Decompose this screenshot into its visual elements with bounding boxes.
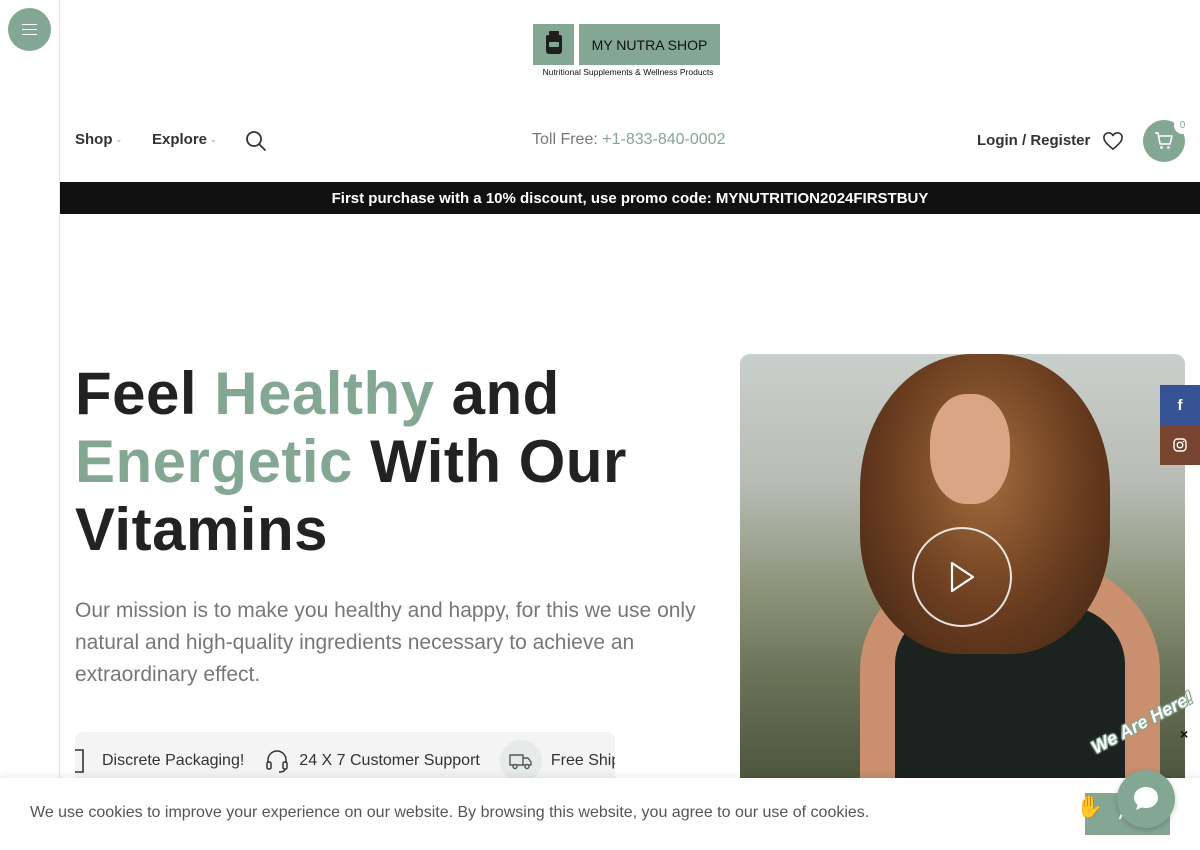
- play-icon: [950, 561, 975, 593]
- play-button[interactable]: [912, 527, 1012, 627]
- nav-shop-label: Shop: [75, 131, 113, 148]
- logo-jar-icon: [533, 24, 574, 65]
- hero-title: Feel Healthy and Energetic With Our Vita…: [75, 360, 715, 564]
- feature-label: 24 X 7 Customer Support: [299, 752, 480, 769]
- feature-item: Free Shipping f: [499, 740, 615, 782]
- instagram-icon: [1173, 438, 1187, 452]
- hero-title-accent: Energetic: [75, 428, 353, 495]
- site-logo[interactable]: MY NUTRA SHOP Nutritional Supplements & …: [533, 24, 723, 80]
- hero-video[interactable]: [740, 354, 1185, 784]
- promo-bar: First purchase with a 10% discount, use …: [60, 182, 1200, 214]
- feature-item: Discrete Packaging!: [75, 748, 244, 774]
- cart-count-badge: 0: [1174, 117, 1191, 134]
- logo-tagline: Nutritional Supplements & Wellness Produ…: [542, 67, 714, 77]
- hero-title-accent: Healthy: [214, 360, 435, 427]
- hero-title-part: Feel: [75, 360, 215, 427]
- hamburger-icon: [22, 24, 37, 35]
- facebook-button[interactable]: f: [1160, 385, 1200, 425]
- headset-icon: [264, 748, 290, 774]
- toll-free: Toll Free: +1-833-840-0002: [532, 131, 725, 149]
- nav-shop[interactable]: Shop ⌄: [75, 131, 122, 148]
- video-thumbnail-figure: [930, 394, 1010, 504]
- nav-explore-label: Explore: [152, 131, 208, 148]
- wishlist-heart-icon[interactable]: [1102, 131, 1124, 151]
- feature-label: Free Shipping f: [550, 752, 615, 769]
- chat-close-button[interactable]: ×: [1180, 726, 1188, 742]
- facebook-icon: f: [1177, 396, 1183, 414]
- truck-icon: [499, 740, 542, 782]
- cookie-text: We use cookies to improve your experienc…: [30, 804, 870, 821]
- menu-toggle-button[interactable]: [8, 8, 51, 51]
- hero-title-part: and: [434, 360, 560, 427]
- side-rail: [0, 0, 60, 850]
- cookie-banner: We use cookies to improve your experienc…: [0, 778, 1200, 850]
- instagram-button[interactable]: [1160, 425, 1200, 465]
- feature-item: 24 X 7 Customer Support: [264, 748, 480, 774]
- toll-free-phone[interactable]: +1-833-840-0002: [602, 131, 725, 148]
- feature-label: Discrete Packaging!: [102, 752, 245, 769]
- cart-icon: [1155, 132, 1173, 149]
- chat-button[interactable]: [1117, 770, 1175, 828]
- logo-name: MY NUTRA SHOP: [579, 24, 720, 65]
- chat-bubble-icon: [1134, 787, 1158, 810]
- hero-description: Our mission is to make you healthy and h…: [75, 599, 696, 686]
- search-icon[interactable]: [245, 130, 267, 152]
- waving-hand-icon: ✋: [1076, 794, 1104, 819]
- package-icon: [75, 748, 93, 774]
- toll-free-label: Toll Free:: [532, 131, 598, 148]
- nav-explore[interactable]: Explore ⌄: [152, 131, 217, 148]
- chevron-down-icon: ⌄: [210, 135, 217, 144]
- login-register-link[interactable]: Login / Register: [977, 132, 1090, 149]
- chevron-down-icon: ⌄: [115, 135, 123, 144]
